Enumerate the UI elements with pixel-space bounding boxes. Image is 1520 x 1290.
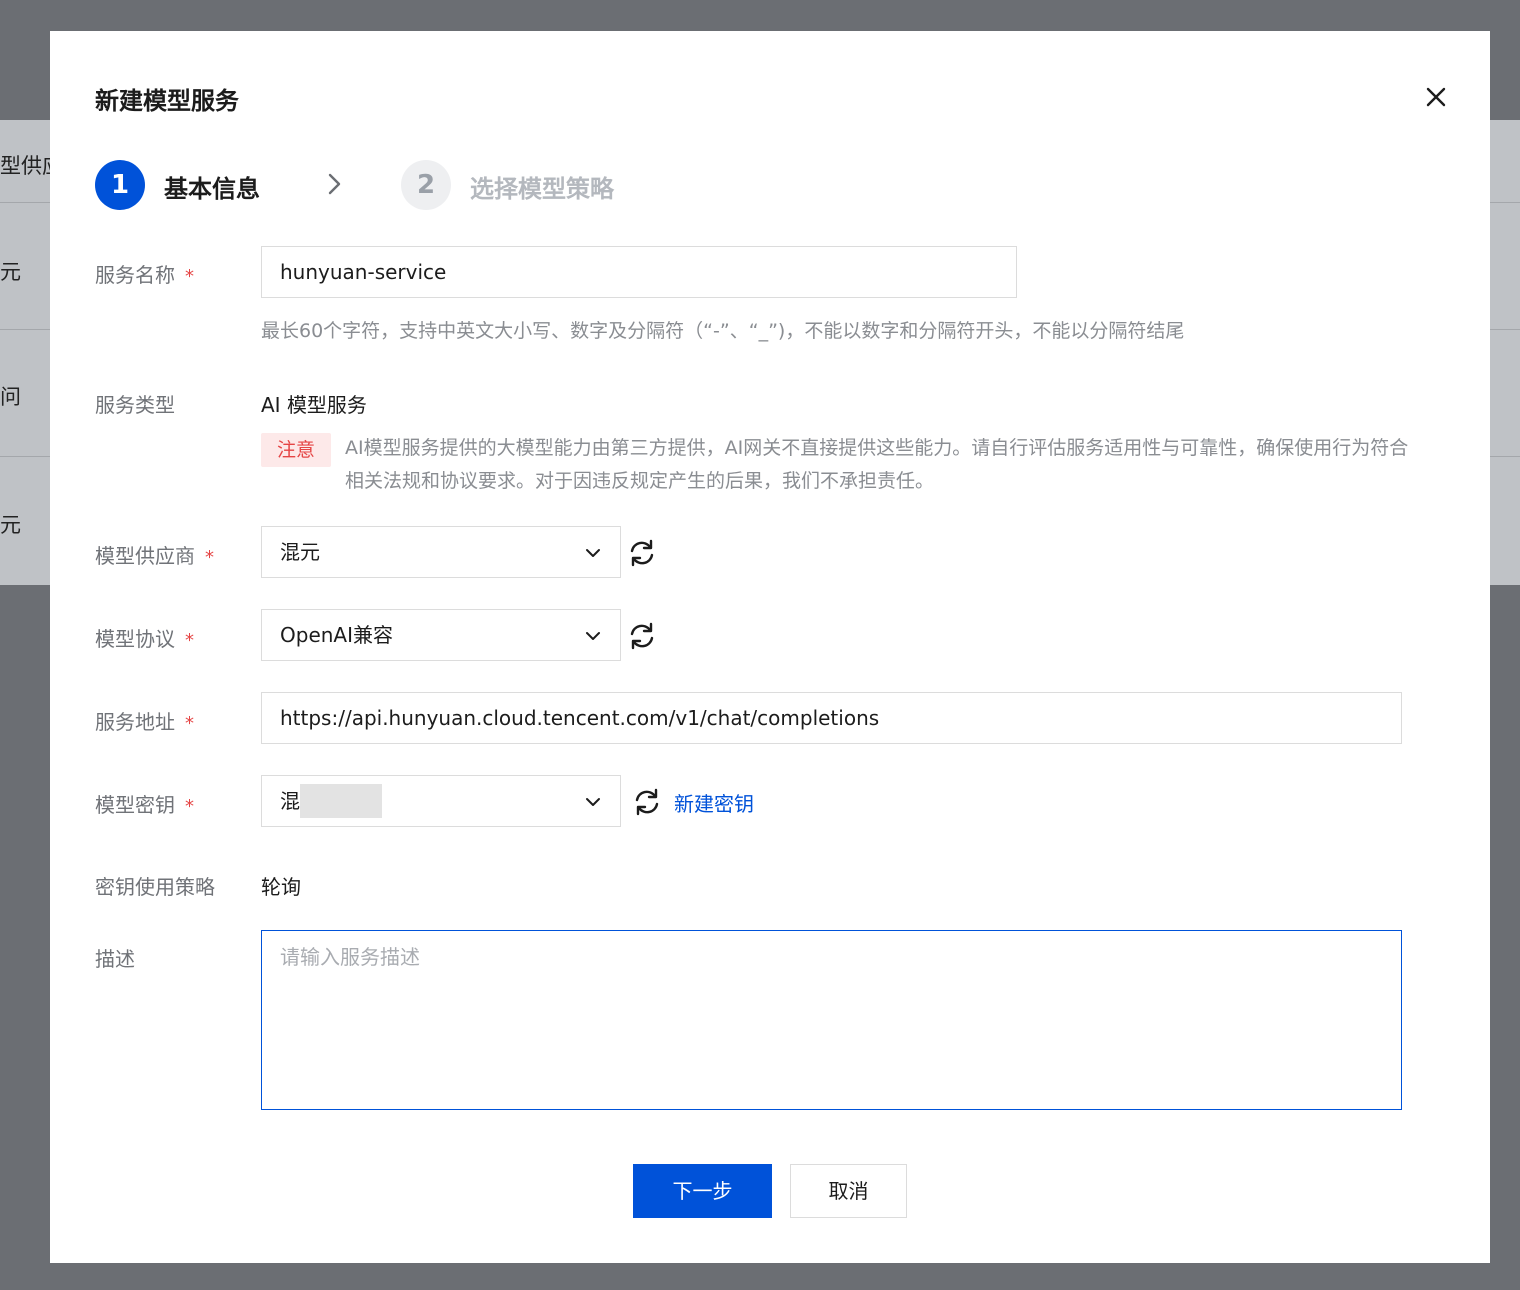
provider-select-value: 混元	[280, 540, 320, 564]
provider-label-text: 模型供应商	[95, 544, 195, 568]
protocol-select-value: OpenAI兼容	[280, 623, 393, 647]
description-label: 描述	[95, 947, 135, 971]
model-key-value-prefix: 混	[280, 789, 300, 813]
service-type-label: 服务类型	[95, 393, 175, 417]
description-textarea[interactable]	[261, 930, 1402, 1110]
chevron-down-icon	[586, 632, 600, 640]
redaction-mask	[300, 784, 382, 818]
service-type-value: AI 模型服务	[261, 393, 367, 417]
protocol-label-text: 模型协议	[95, 627, 175, 651]
step-1-number: 1	[95, 160, 145, 210]
background-cell: 问	[0, 385, 21, 409]
required-mark: *	[205, 547, 214, 568]
service-address-input[interactable]: https://api.hunyuan.cloud.tencent.com/v1…	[261, 692, 1402, 744]
refresh-icon[interactable]	[627, 621, 657, 651]
service-name-label-text: 服务名称	[95, 263, 175, 287]
address-label: 服务地址 *	[95, 706, 194, 735]
service-name-label: 服务名称 *	[95, 259, 194, 288]
step-2-label: 选择模型策略	[470, 175, 614, 203]
provider-label: 模型供应商 *	[95, 540, 214, 569]
refresh-icon[interactable]	[632, 787, 662, 817]
next-step-button[interactable]: 下一步	[633, 1164, 772, 1218]
background-cell: 元	[0, 260, 21, 284]
provider-select[interactable]: 混元	[261, 526, 621, 578]
address-label-text: 服务地址	[95, 710, 175, 734]
create-model-service-dialog: 新建模型服务 1 基本信息 2 选择模型策略 服务名称 * hunyuan-ser…	[50, 31, 1490, 1263]
close-icon[interactable]	[1422, 83, 1450, 111]
model-key-label: 模型密钥 *	[95, 789, 194, 818]
service-name-input[interactable]: hunyuan-service	[261, 246, 1017, 298]
protocol-select[interactable]: OpenAI兼容	[261, 609, 621, 661]
key-policy-label: 密钥使用策略	[95, 875, 215, 899]
service-name-hint: 最长60个字符，支持中英文大小写、数字及分隔符（“-”、“_”)，不能以数字和分…	[261, 320, 1185, 342]
required-mark: *	[185, 266, 194, 287]
refresh-icon[interactable]	[627, 538, 657, 568]
step-2-number: 2	[401, 160, 451, 210]
required-mark: *	[185, 630, 194, 651]
notice-tag: 注意	[261, 433, 331, 467]
cancel-button[interactable]: 取消	[790, 1164, 907, 1218]
chevron-down-icon	[586, 549, 600, 557]
required-mark: *	[185, 713, 194, 734]
new-key-link[interactable]: 新建密钥	[674, 788, 754, 817]
required-mark: *	[185, 796, 194, 817]
key-policy-value: 轮询	[261, 875, 301, 899]
step-1-label: 基本信息	[164, 175, 260, 203]
model-key-label-text: 模型密钥	[95, 793, 175, 817]
protocol-label: 模型协议 *	[95, 623, 194, 652]
background-cell: 元	[0, 513, 21, 537]
chevron-down-icon	[586, 798, 600, 806]
chevron-right-icon	[328, 173, 341, 195]
dialog-title: 新建模型服务	[95, 87, 239, 115]
notice-text: AI模型服务提供的大模型能力由第三方提供，AI网关不直接提供这些能力。请自行评估…	[345, 437, 1409, 492]
